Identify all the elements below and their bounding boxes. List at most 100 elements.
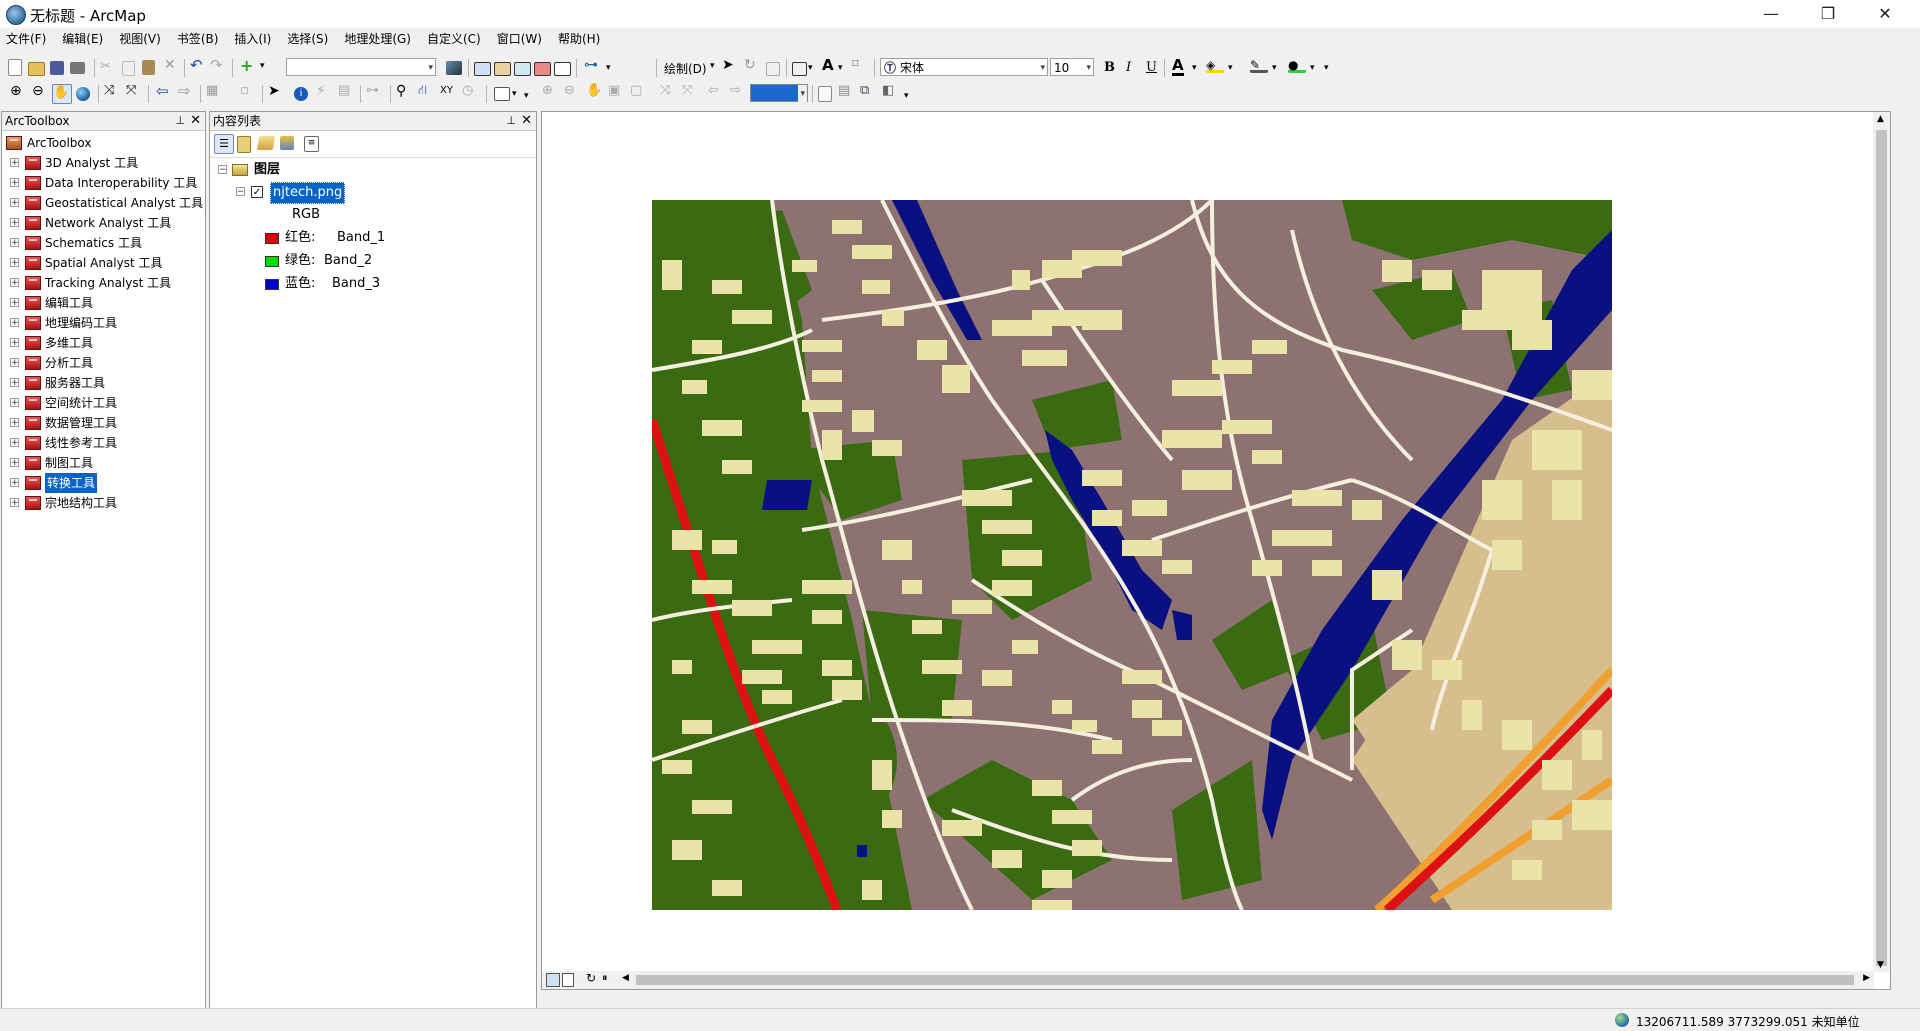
zoom-out-icon[interactable]: ⊖ — [32, 83, 50, 101]
editor-toolbar-icon[interactable] — [446, 61, 462, 75]
pin-icon[interactable]: ⊥ — [506, 112, 516, 130]
rectangle-tool-icon[interactable] — [792, 62, 807, 76]
layout-back-extent-icon[interactable]: ⇦ — [708, 83, 726, 101]
select-elements-tool-icon[interactable]: ➤ — [268, 83, 286, 101]
paste-icon[interactable] — [142, 60, 155, 75]
table-of-contents-icon[interactable] — [474, 62, 491, 76]
add-data-dropdown-icon[interactable]: ▾ — [260, 61, 278, 79]
expand-icon[interactable]: + — [10, 378, 19, 388]
menu-window[interactable]: 窗口(W) — [489, 28, 550, 50]
menu-customize[interactable]: 自定义(C) — [419, 28, 489, 50]
map-scale-combo[interactable]: ▾ — [286, 58, 436, 76]
close-button[interactable]: ✕ — [1862, 0, 1908, 28]
hyperlink-icon[interactable]: ⚡ — [316, 83, 334, 101]
menu-select[interactable]: 选择(S) — [279, 28, 336, 50]
list-by-drawing-order-icon[interactable]: ☰ — [214, 134, 234, 154]
expand-icon[interactable]: + — [10, 458, 19, 468]
expand-icon[interactable]: + — [10, 478, 19, 488]
zoom-100-percent-icon[interactable]: ▢ — [630, 83, 648, 101]
menu-view[interactable]: 视图(V) — [111, 28, 169, 50]
fixed-layout-zoom-in-icon[interactable]: ⤨ — [660, 83, 678, 101]
data-driven-pages-icon[interactable]: ◧ — [882, 83, 900, 101]
scroll-down-icon[interactable]: ▼ — [1877, 960, 1884, 970]
pan-icon[interactable]: ✋ — [52, 84, 72, 104]
menu-insert[interactable]: 插入(I) — [226, 28, 279, 50]
zoom-to-selected-elements-icon[interactable] — [766, 62, 780, 76]
time-slider-icon[interactable]: ◷ — [462, 83, 480, 101]
toggle-draft-mode-icon[interactable] — [818, 86, 832, 102]
arctoolbox-window-icon[interactable] — [534, 62, 551, 76]
fill-color-dropdown-icon[interactable]: ▾ — [1228, 63, 1233, 73]
close-panel-icon[interactable]: ✕ — [521, 112, 532, 130]
create-viewer-window-icon[interactable] — [494, 87, 510, 101]
fixed-zoom-out-icon[interactable]: ⤧ — [126, 83, 144, 101]
expand-icon[interactable]: + — [10, 278, 19, 288]
expand-icon[interactable]: + — [10, 178, 19, 188]
html-popup-icon[interactable]: ▤ — [338, 83, 356, 101]
open-folder-icon[interactable] — [28, 62, 45, 76]
pin-icon[interactable]: ⊥ — [175, 112, 185, 130]
layout-pan-icon[interactable]: ✋ — [586, 83, 604, 101]
expand-icon[interactable]: + — [10, 498, 19, 508]
vertical-scrollbar[interactable]: ▲ ▼ — [1873, 112, 1890, 972]
rotate-icon[interactable]: ↻ — [744, 57, 762, 75]
zoom-in-icon[interactable]: ⊕ — [10, 83, 28, 101]
expand-icon[interactable]: + — [10, 298, 19, 308]
cut-icon[interactable]: ✂ — [100, 59, 118, 77]
font-color-icon[interactable]: A — [1172, 58, 1184, 76]
expand-icon[interactable]: + — [10, 438, 19, 448]
minimize-button[interactable]: — — [1748, 0, 1794, 28]
expand-icon[interactable]: + — [10, 358, 19, 368]
find-icon[interactable]: ⚲ — [396, 83, 414, 101]
vertical-scroll-thumb[interactable] — [1876, 130, 1887, 966]
python-window-icon[interactable] — [554, 62, 571, 76]
draw-menu[interactable]: 绘制(D) — [664, 60, 707, 77]
fixed-zoom-in-icon[interactable]: ⤨ — [104, 83, 122, 101]
fill-color-icon[interactable]: ◈ — [1206, 58, 1224, 73]
expand-icon[interactable]: + — [10, 418, 19, 428]
draw-toolbar-options-icon[interactable]: ▾ — [1324, 63, 1342, 81]
scroll-right-icon[interactable]: ▶ — [1863, 973, 1870, 983]
layout-toolbar-options-icon[interactable]: ▾ — [904, 91, 922, 109]
italic-button[interactable]: I — [1126, 60, 1131, 75]
font-size-combo[interactable]: 10 ▾ — [1050, 58, 1094, 76]
layout-zoom-in-icon[interactable]: ⊕ — [542, 83, 560, 101]
select-features-icon[interactable]: ▦ — [206, 83, 224, 101]
expand-icon[interactable]: + — [10, 238, 19, 248]
copy-icon[interactable] — [122, 61, 135, 76]
toolbar-options-icon[interactable]: ▾ — [606, 63, 624, 81]
search-window-icon[interactable] — [514, 62, 531, 76]
bold-button[interactable]: B — [1104, 60, 1115, 75]
delete-icon[interactable]: ✕ — [164, 57, 182, 75]
redo-icon[interactable]: ↷ — [210, 56, 228, 74]
layout-zoom-out-icon[interactable]: ⊖ — [564, 83, 582, 101]
clear-selection-icon[interactable]: ▫ — [240, 83, 258, 101]
select-elements-icon[interactable]: ➤ — [722, 57, 740, 75]
go-back-extent-icon[interactable]: ⇦ — [156, 82, 174, 100]
menu-bookmarks[interactable]: 书签(B) — [169, 28, 227, 50]
map-display[interactable]: ▲ ▼ ↻ ⏸ ◀ ▶ — [541, 111, 1891, 990]
go-forward-extent-icon[interactable]: ⇨ — [178, 82, 196, 100]
menu-file[interactable]: 文件(F) — [0, 28, 54, 50]
scroll-up-icon[interactable]: ▲ — [1877, 114, 1884, 124]
close-panel-icon[interactable]: ✕ — [190, 112, 201, 130]
marker-color-icon[interactable]: ● — [1288, 58, 1306, 73]
font-color-dropdown-icon[interactable]: ▾ — [1192, 63, 1197, 73]
expand-icon[interactable]: + — [10, 218, 19, 228]
expand-icon[interactable]: + — [10, 398, 19, 408]
data-view-icon[interactable] — [546, 973, 560, 987]
tools-toolbar-options-icon[interactable]: ▾ — [524, 91, 542, 109]
edit-vertices-icon[interactable]: ⌑ — [852, 57, 870, 75]
layer-name[interactable]: njtech.png — [270, 182, 346, 204]
save-icon[interactable] — [50, 61, 64, 75]
change-layout-icon[interactable]: ⧉ — [860, 83, 878, 101]
scroll-left-icon[interactable]: ◀ — [622, 973, 629, 983]
expand-icon[interactable]: + — [10, 158, 19, 168]
focus-data-frame-icon[interactable]: ▤ — [838, 83, 856, 101]
underline-button[interactable]: U — [1146, 60, 1157, 75]
identify-icon[interactable]: i — [294, 87, 308, 101]
marker-color-dropdown-icon[interactable]: ▾ — [1310, 63, 1315, 73]
new-document-icon[interactable] — [8, 59, 22, 76]
model-builder-icon[interactable]: ⊶ — [584, 57, 602, 75]
expand-icon[interactable]: + — [10, 338, 19, 348]
